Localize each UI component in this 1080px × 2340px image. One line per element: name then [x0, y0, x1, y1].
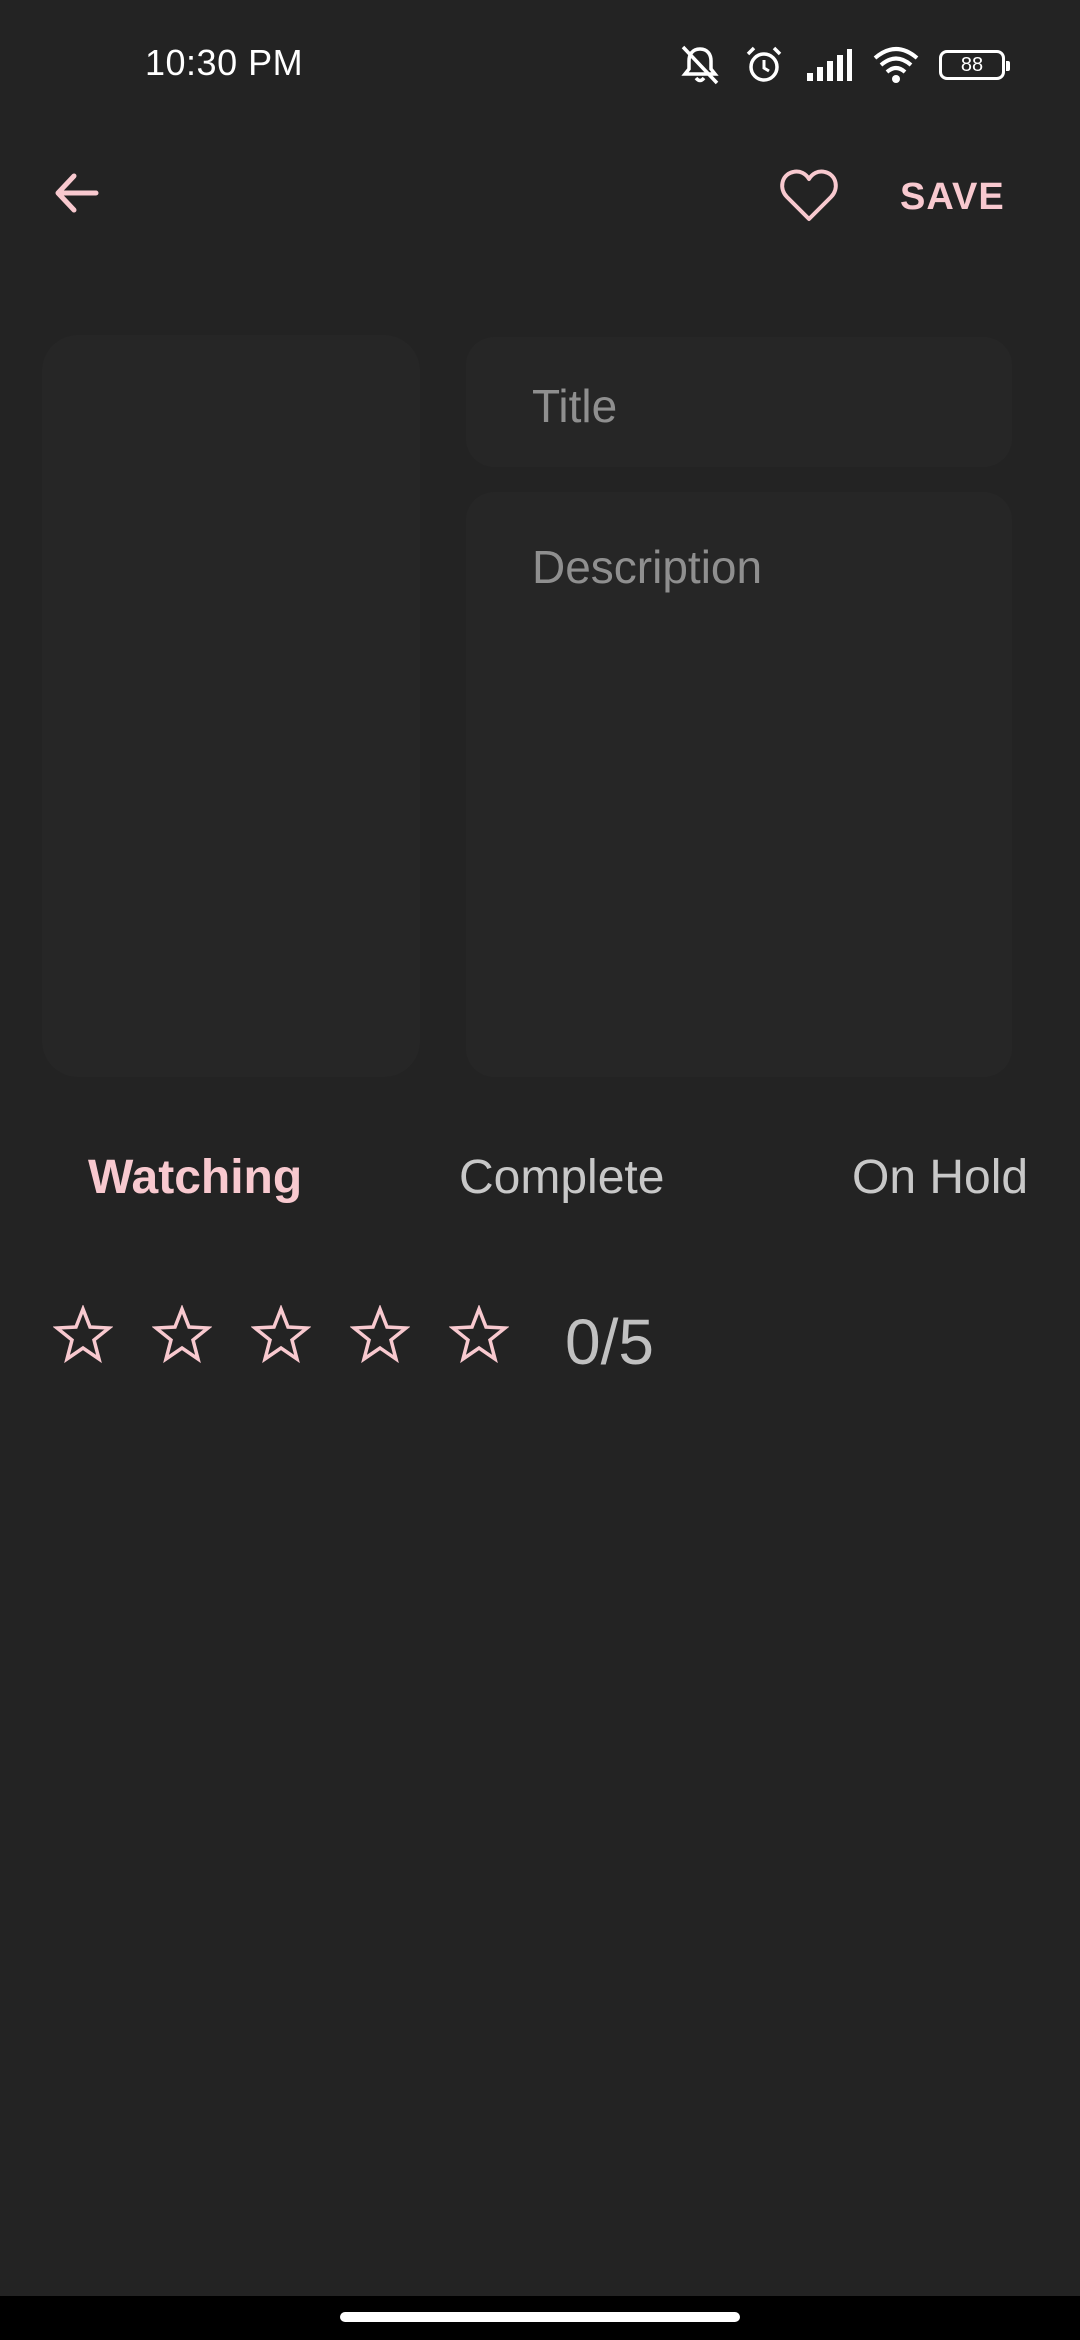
- status-time: 10:30 PM: [145, 42, 304, 83]
- status-tabs: Watching Complete On Hold: [0, 1140, 1080, 1220]
- description-input[interactable]: Description: [466, 492, 1012, 1077]
- battery-level: 88: [960, 54, 984, 76]
- star-icon[interactable]: [53, 1305, 113, 1365]
- rating-value: 0/5: [565, 1306, 654, 1378]
- rating-bar: 0/5: [0, 1295, 1080, 1385]
- status-bar: 10:30 PM 88: [0, 0, 1080, 130]
- cover-image-picker[interactable]: [42, 335, 420, 1077]
- tab-watching[interactable]: Watching: [88, 1150, 302, 1205]
- favorite-button[interactable]: [776, 162, 842, 228]
- tab-complete[interactable]: Complete: [459, 1150, 664, 1205]
- save-button[interactable]: SAVE: [900, 172, 1005, 222]
- tab-on-hold[interactable]: On Hold: [852, 1150, 1028, 1205]
- top-app-bar: SAVE: [0, 140, 1080, 250]
- heart-outline-icon: [780, 169, 838, 221]
- battery-icon: 88: [939, 50, 1010, 80]
- star-icon[interactable]: [251, 1305, 311, 1365]
- navigation-bar: [0, 2296, 1080, 2340]
- mute-icon: [677, 43, 723, 87]
- edit-screen: 10:30 PM 88 SAVE Title Description Watch…: [0, 0, 1080, 2340]
- alarm-icon: [743, 44, 785, 86]
- arrow-left-icon: [55, 173, 99, 213]
- wifi-icon: [873, 46, 919, 84]
- star-icon[interactable]: [449, 1305, 509, 1365]
- back-button[interactable]: [45, 162, 107, 224]
- star-icon[interactable]: [350, 1305, 410, 1365]
- star-icon[interactable]: [152, 1305, 212, 1365]
- signal-icon: [805, 47, 853, 83]
- status-icons: 88: [677, 40, 1010, 90]
- title-input[interactable]: Title: [466, 337, 1012, 467]
- home-gesture-handle[interactable]: [340, 2312, 740, 2322]
